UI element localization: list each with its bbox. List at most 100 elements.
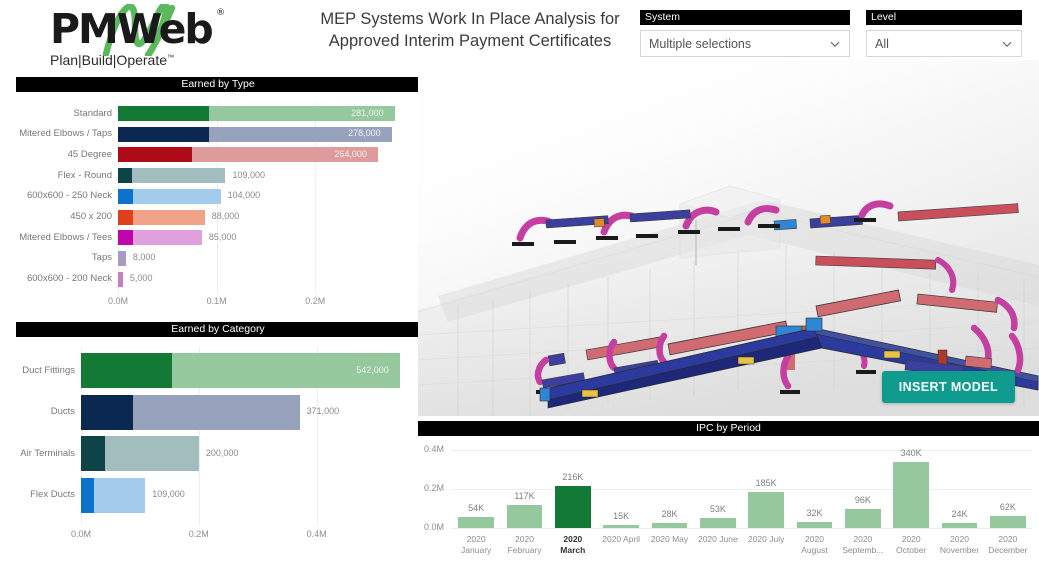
bar-value-label: 109,000: [232, 169, 266, 180]
gridline: [452, 450, 1032, 451]
column-bar[interactable]: [651, 522, 688, 528]
model-viewer[interactable]: INSERT MODEL: [418, 60, 1039, 416]
column-category-line: 2020: [515, 534, 534, 544]
column-category-line: March: [560, 544, 586, 555]
chart-earned-by-type[interactable]: 0.0M 0.1M 0.2M Standard 281,000 Mitered Elbow…: [16, 94, 420, 310]
column-category-label[interactable]: 2020 January: [452, 534, 500, 555]
bar-segment-dark: [81, 436, 105, 471]
column-category-line: Septemb...: [842, 544, 884, 555]
filter-level: Level All: [866, 10, 1022, 57]
bar-segment-dark: [118, 106, 209, 121]
bar-category-label: 45 Degree: [67, 148, 112, 160]
column-category-label[interactable]: 2020 August: [790, 534, 838, 555]
panel-header-earned-by-type: Earned by Type: [16, 77, 420, 92]
bar-value-label: 281,000: [351, 107, 384, 118]
column-bar[interactable]: [989, 515, 1026, 528]
bar-value-label: 88,000: [211, 211, 240, 221]
bar[interactable]: [118, 168, 226, 184]
bar-value-label: 85,000: [208, 231, 237, 242]
bar-category-label: Flex - Round: [57, 169, 112, 181]
column-bar[interactable]: [941, 523, 978, 528]
insert-model-button[interactable]: INSERT MODEL: [881, 371, 1015, 403]
column-bar[interactable]: [506, 505, 543, 528]
column-category-label[interactable]: 2020 Septemb...: [839, 534, 887, 555]
x-axis-tick-label: 0.4M: [306, 529, 327, 539]
bar[interactable]: [81, 477, 146, 513]
column-bar[interactable]: [748, 491, 785, 528]
dashboard-page: PMWeb ® Plan|Build|Operate™ MEP Systems …: [0, 0, 1039, 580]
column-value-label: 62K: [999, 501, 1016, 512]
chart-earned-by-category[interactable]: 0.0M 0.2M 0.4M Duct Fittings 542,000 Ducts 371…: [16, 339, 420, 564]
bar-value-label: 5,000: [129, 273, 153, 284]
column-category-label[interactable]: 2020 July: [742, 534, 790, 545]
column-category-line: October: [896, 544, 927, 555]
bar-category-label: Air Terminals: [20, 447, 75, 459]
registered-mark-icon: ®: [216, 8, 225, 18]
column-value-label: 340K: [900, 447, 922, 458]
chart-ipc-by-period[interactable]: 0.0M 0.2M 0.4M 54K 2020 January 117K 2020 Februa…: [418, 438, 1039, 580]
column-category-line: August: [801, 544, 828, 555]
column-category-line: 2020: [950, 534, 969, 544]
bar-segment-light: [118, 250, 126, 266]
bar-segment-light: [132, 188, 221, 204]
y-axis-tick-label: 0.2M: [423, 483, 444, 493]
bar[interactable]: [118, 188, 221, 204]
bar[interactable]: [118, 209, 205, 225]
column-bar[interactable]: [893, 461, 930, 528]
column-category-label[interactable]: 2020 May: [645, 534, 693, 545]
column-bar[interactable]: [796, 521, 833, 528]
column-category-label[interactable]: 2020 June: [694, 534, 742, 545]
filter-system-label: System: [640, 10, 850, 25]
gridline: [452, 528, 1032, 529]
column-category-line: 2020 July: [747, 534, 785, 544]
bar-segment-dark: [81, 394, 133, 430]
page-title-line-1: MEP Systems Work In Place Analysis for: [320, 10, 620, 28]
x-axis-tick-label: 0.2M: [305, 296, 326, 306]
filter-system-dropdown[interactable]: Multiple selections: [640, 30, 850, 57]
bar[interactable]: [118, 271, 123, 287]
x-axis-tick-label: 0.1M: [206, 296, 227, 306]
column-bar[interactable]: [458, 517, 495, 528]
bar-category-label: Taps: [91, 252, 112, 264]
bar[interactable]: [81, 394, 300, 430]
page-title: MEP Systems Work In Place Analysis for A…: [300, 8, 640, 52]
column-category-line: 2020 May: [650, 534, 689, 544]
bar[interactable]: [81, 353, 401, 388]
column-category-line: December: [988, 544, 1028, 555]
bar-segment-light: [132, 230, 202, 246]
bar-segment-dark: [118, 230, 133, 246]
column-bar[interactable]: [603, 525, 640, 528]
bar-category-label: Ducts: [50, 406, 75, 417]
bar-value-label: 371,000: [306, 406, 340, 416]
bar[interactable]: [118, 230, 202, 246]
bar-category-label: Standard: [73, 107, 112, 119]
bar[interactable]: [118, 250, 126, 266]
column-category-label[interactable]: 2020 February: [500, 534, 548, 555]
bar[interactable]: [81, 436, 199, 471]
filter-level-dropdown[interactable]: All: [866, 30, 1022, 57]
column-bar[interactable]: [844, 509, 881, 528]
column-value-label: 117K: [514, 491, 535, 502]
panel-header-ipc-by-period: IPC by Period: [418, 421, 1039, 436]
chevron-down-icon: [1002, 41, 1012, 47]
column-bar[interactable]: [699, 517, 736, 528]
panel-header-earned-by-category: Earned by Category: [16, 322, 420, 337]
bar-category-label: 600x600 - 200 Neck: [26, 273, 112, 285]
bar-value-label: 264,000: [334, 148, 367, 159]
model-viewer-scene: [418, 185, 1039, 416]
column-category-label[interactable]: 2020 April: [597, 534, 645, 545]
bar-segment-light: [131, 168, 226, 184]
filter-level-label: Level: [866, 10, 1022, 25]
bar-segment-light: [104, 436, 199, 471]
column-category-line: 2020: [466, 534, 486, 544]
column-category-label[interactable]: 2020 March: [549, 534, 597, 555]
bar-segment-dark: [118, 209, 133, 225]
column-category-label[interactable]: 2020 December: [984, 534, 1032, 555]
column-category-label[interactable]: 2020 November: [935, 534, 983, 555]
column-bar[interactable]: [554, 485, 591, 528]
pmweb-logo: PMWeb ® Plan|Build|Operate™: [40, 4, 270, 74]
bar-segment-light: [93, 477, 146, 513]
filter-system: System Multiple selections: [640, 10, 850, 57]
bar-segment-dark: [118, 147, 192, 163]
column-category-label[interactable]: 2020 October: [887, 534, 935, 555]
